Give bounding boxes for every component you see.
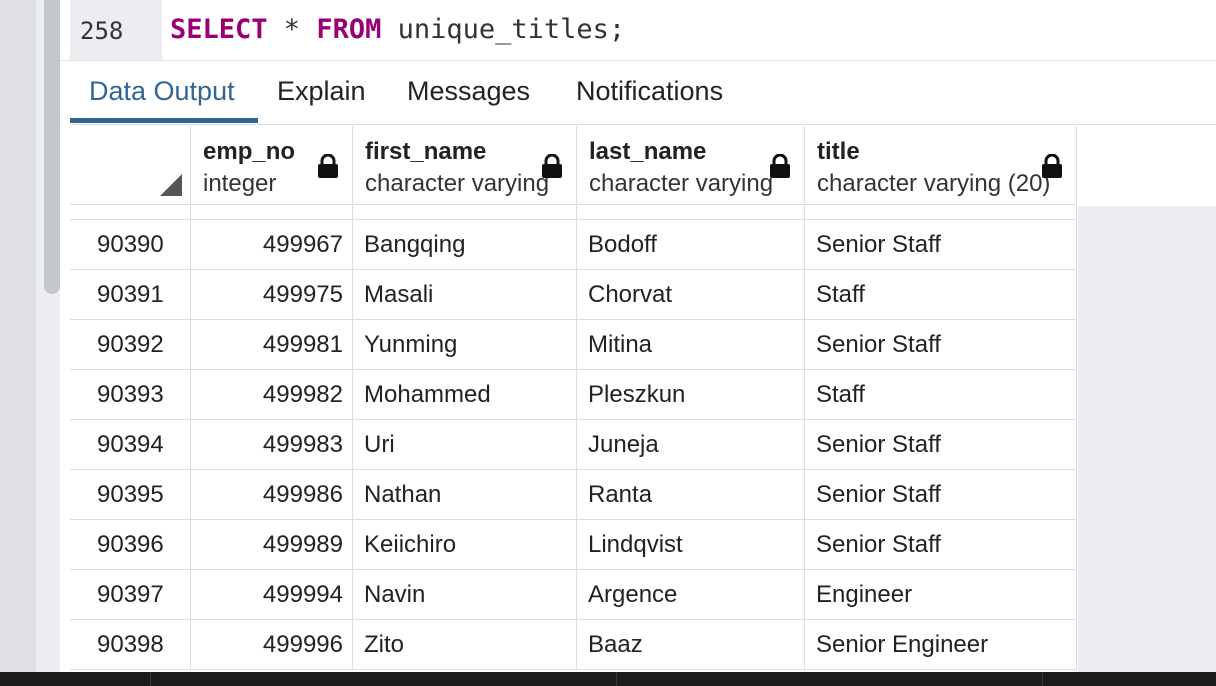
row-number-cell[interactable]: 90398 — [70, 620, 191, 670]
keyword-from: FROM — [316, 14, 382, 45]
partial-row-cell — [191, 206, 353, 220]
column-header-title[interactable]: title character varying (20) — [805, 126, 1077, 205]
cell-last-name[interactable]: Ranta — [577, 470, 805, 520]
column-type: character varying (20) — [817, 170, 1051, 197]
left-gutter — [0, 0, 36, 686]
partial-row-cell — [70, 206, 191, 220]
cell-emp-no[interactable]: 499994 — [191, 570, 353, 620]
cell-first-name[interactable]: Zito — [353, 620, 577, 670]
row-number-cell[interactable]: 90390 — [70, 220, 191, 270]
select-all-corner[interactable] — [70, 126, 191, 205]
cell-title[interactable]: Senior Staff — [805, 470, 1077, 520]
column-header-last-name[interactable]: last_name character varying — [577, 126, 805, 205]
keyword-select: SELECT — [170, 14, 268, 45]
cell-last-name[interactable]: Baaz — [577, 620, 805, 670]
lock-icon — [542, 154, 562, 178]
column-name: last_name — [589, 138, 707, 165]
row-number-cell[interactable]: 90395 — [70, 470, 191, 520]
lock-icon — [318, 154, 338, 178]
cell-emp-no[interactable]: 499967 — [191, 220, 353, 270]
cell-emp-no[interactable]: 499981 — [191, 320, 353, 370]
partial-row-cell — [577, 206, 805, 220]
sql-code-line[interactable]: SELECT * FROM unique_titles; — [170, 14, 625, 45]
row-number-cell[interactable]: 90396 — [70, 520, 191, 570]
cell-first-name[interactable]: Uri — [353, 420, 577, 470]
cell-last-name[interactable]: Chorvat — [577, 270, 805, 320]
row-number-cell[interactable]: 90394 — [70, 420, 191, 470]
cell-last-name[interactable]: Pleszkun — [577, 370, 805, 420]
lock-icon — [1042, 154, 1062, 178]
column-header-first-name[interactable]: first_name character varying — [353, 126, 577, 205]
tab-messages[interactable]: Messages — [407, 76, 530, 107]
cell-last-name[interactable]: Mitina — [577, 320, 805, 370]
cell-title[interactable]: Senior Staff — [805, 520, 1077, 570]
cell-emp-no[interactable]: 499983 — [191, 420, 353, 470]
cell-first-name[interactable]: Nathan — [353, 470, 577, 520]
row-number-cell[interactable]: 90393 — [70, 370, 191, 420]
cell-title[interactable]: Senior Engineer — [805, 620, 1077, 670]
cell-last-name[interactable]: Juneja — [577, 420, 805, 470]
cell-first-name[interactable]: Yunming — [353, 320, 577, 370]
partial-row-cell — [805, 206, 1077, 220]
cell-first-name[interactable]: Mohammed — [353, 370, 577, 420]
row-number-cell[interactable]: 90392 — [70, 320, 191, 370]
cell-title[interactable]: Engineer — [805, 570, 1077, 620]
cell-last-name[interactable]: Lindqvist — [577, 520, 805, 570]
partial-row-cell — [353, 206, 577, 220]
cell-title[interactable]: Senior Staff — [805, 320, 1077, 370]
cell-first-name[interactable]: Keiichiro — [353, 520, 577, 570]
line-number: 258 — [80, 17, 124, 45]
lock-icon — [770, 154, 790, 178]
select-all-corner-icon — [160, 174, 182, 196]
cell-title[interactable]: Staff — [805, 270, 1077, 320]
cell-emp-no[interactable]: 499982 — [191, 370, 353, 420]
cell-first-name[interactable]: Masali — [353, 270, 577, 320]
cell-emp-no[interactable]: 499996 — [191, 620, 353, 670]
row-number-cell[interactable]: 90397 — [70, 570, 191, 620]
sql-editor[interactable]: 258 SELECT * FROM unique_titles; — [60, 0, 1216, 61]
cell-title[interactable]: Staff — [805, 370, 1077, 420]
row-number-cell[interactable]: 90391 — [70, 270, 191, 320]
column-name: first_name — [365, 138, 487, 165]
cell-last-name[interactable]: Bodoff — [577, 220, 805, 270]
column-name: title — [817, 138, 860, 165]
column-header-emp-no[interactable]: emp_no integer — [191, 126, 353, 205]
cell-emp-no[interactable]: 499986 — [191, 470, 353, 520]
column-type: character varying — [365, 170, 550, 197]
vertical-scrollbar[interactable] — [44, 0, 60, 294]
cell-last-name[interactable]: Argence — [577, 570, 805, 620]
cell-emp-no[interactable]: 499975 — [191, 270, 353, 320]
code-star: * — [267, 14, 317, 45]
bottom-taskbar — [0, 672, 1216, 686]
code-table-name: unique_titles; — [381, 14, 626, 45]
column-type: character varying — [589, 170, 774, 197]
grid-empty-area — [1078, 206, 1216, 672]
cell-first-name[interactable]: Bangqing — [353, 220, 577, 270]
tab-explain[interactable]: Explain — [277, 76, 366, 107]
cell-emp-no[interactable]: 499989 — [191, 520, 353, 570]
tab-notifications[interactable]: Notifications — [576, 76, 723, 107]
tab-data-output[interactable]: Data Output — [89, 76, 235, 107]
cell-title[interactable]: Senior Staff — [805, 420, 1077, 470]
cell-first-name[interactable]: Navin — [353, 570, 577, 620]
output-tabs: Data Output Explain Messages Notificatio… — [70, 62, 1216, 125]
column-name: emp_no — [203, 138, 296, 165]
column-type: integer — [203, 170, 277, 197]
active-tab-indicator — [70, 118, 258, 123]
cell-title[interactable]: Senior Staff — [805, 220, 1077, 270]
